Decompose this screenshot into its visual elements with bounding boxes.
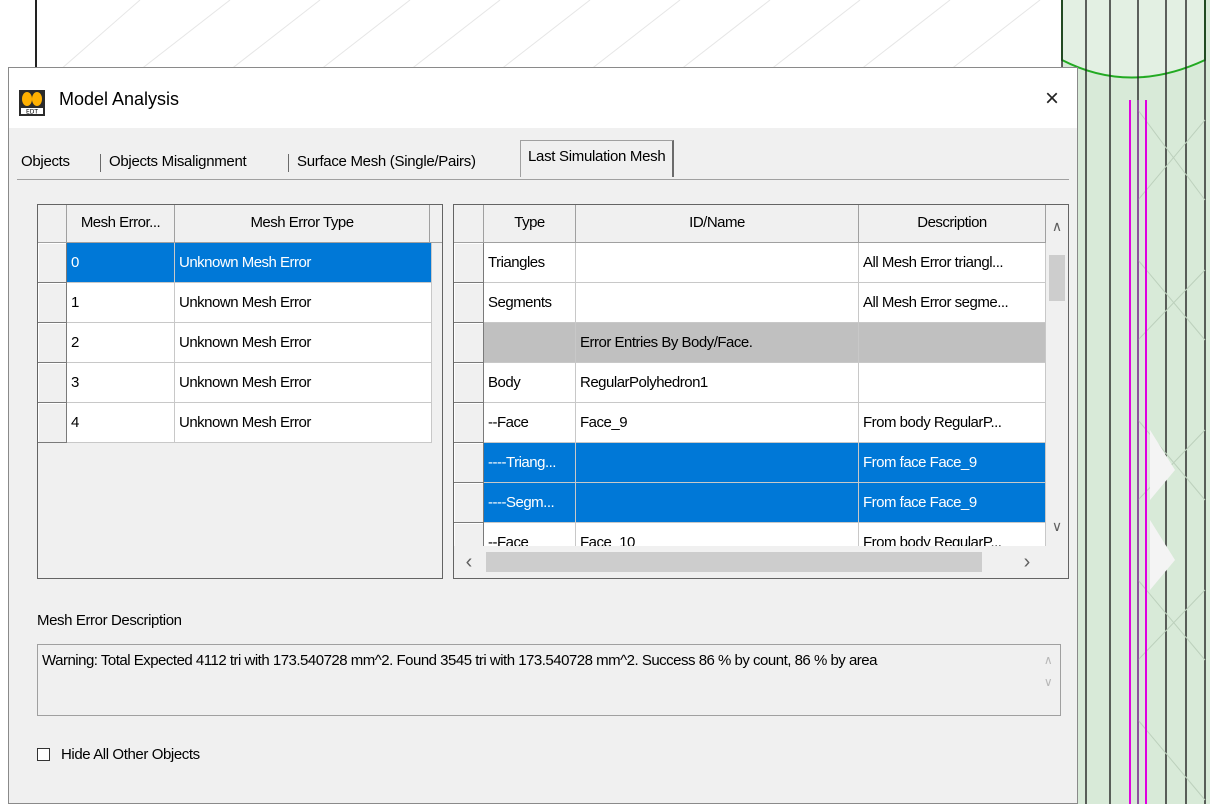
table-row-id[interactable]: 4 bbox=[67, 403, 175, 443]
svg-text:EDT: EDT bbox=[26, 109, 38, 116]
table-row-id[interactable]: 1 bbox=[67, 283, 175, 323]
column-header-id-name[interactable]: ID/Name bbox=[576, 205, 859, 243]
table-cell-type[interactable]: --Face bbox=[484, 523, 576, 546]
row-header[interactable] bbox=[38, 283, 67, 323]
row-header[interactable] bbox=[38, 363, 67, 403]
mesh-error-grid: Mesh Error... Mesh Error Type 0 Unknown … bbox=[37, 204, 443, 579]
table-row-type[interactable]: Unknown Mesh Error bbox=[175, 283, 432, 323]
tab-last-simulation-mesh[interactable]: Last Simulation Mesh bbox=[520, 140, 675, 177]
table-cell-description[interactable]: From body RegularP... bbox=[859, 403, 1046, 443]
table-cell-description[interactable]: From body RegularP... bbox=[859, 523, 1046, 546]
table-cell-type[interactable]: ----Segm... bbox=[484, 483, 576, 523]
table-cell-type[interactable]: Body bbox=[484, 363, 576, 403]
chevron-down-icon[interactable]: ∨ bbox=[1046, 515, 1068, 537]
table-row-type[interactable]: Unknown Mesh Error bbox=[175, 323, 432, 363]
row-header[interactable] bbox=[454, 323, 484, 363]
row-header[interactable] bbox=[454, 363, 484, 403]
table-cell-description[interactable]: All Mesh Error triangl... bbox=[859, 243, 1046, 283]
tab-objects[interactable]: Objects bbox=[17, 147, 74, 177]
table-cell-name[interactable] bbox=[576, 283, 859, 323]
table-cell-type[interactable]: Triangles bbox=[484, 243, 576, 283]
table-cell-name[interactable]: Face_9 bbox=[576, 403, 859, 443]
row-header[interactable] bbox=[38, 323, 67, 363]
table-cell-name[interactable]: Error Entries By Body/Face. bbox=[576, 323, 859, 363]
row-header[interactable] bbox=[454, 443, 484, 483]
vertical-scrollbar[interactable]: ∧ ∨ bbox=[1046, 205, 1068, 546]
table-row-id[interactable]: 0 bbox=[67, 243, 175, 283]
row-header[interactable] bbox=[454, 483, 484, 523]
table-cell-type[interactable]: --Face bbox=[484, 403, 576, 443]
table-cell-name[interactable]: Face_10 bbox=[576, 523, 859, 546]
row-header[interactable] bbox=[38, 243, 67, 283]
table-row-type[interactable]: Unknown Mesh Error bbox=[175, 403, 432, 443]
row-header[interactable] bbox=[454, 243, 484, 283]
scroll-thumb[interactable] bbox=[1049, 255, 1065, 301]
horizontal-scrollbar[interactable]: ‹ › bbox=[454, 546, 1046, 578]
chevron-up-icon[interactable]: ∧ bbox=[1038, 649, 1058, 669]
mesh-cylinder bbox=[1061, 0, 1210, 804]
checkbox-label[interactable]: Hide All Other Objects bbox=[61, 746, 200, 763]
hide-all-other-objects-checkbox[interactable] bbox=[37, 748, 50, 761]
table-row-type[interactable]: Unknown Mesh Error bbox=[175, 363, 432, 403]
row-header[interactable] bbox=[454, 523, 484, 546]
window-title: Model Analysis bbox=[59, 89, 180, 109]
table-cell-name[interactable] bbox=[576, 483, 859, 523]
table-cell-description[interactable]: All Mesh Error segme... bbox=[859, 283, 1046, 323]
table-cell-type[interactable]: ----Triang... bbox=[484, 443, 576, 483]
description-text: Warning: Total Expected 4112 tri with 17… bbox=[42, 652, 877, 669]
column-header-mesh-error-type[interactable]: Mesh Error Type bbox=[175, 205, 430, 243]
scroll-thumb[interactable] bbox=[486, 552, 982, 572]
chevron-up-icon[interactable]: ∧ bbox=[1046, 215, 1068, 237]
table-cell-description[interactable] bbox=[859, 363, 1046, 403]
model-analysis-dialog: EDT Model Analysis × Objects Objects Mis… bbox=[8, 67, 1078, 804]
row-header[interactable] bbox=[38, 403, 67, 443]
column-header-mesh-error[interactable]: Mesh Error... bbox=[67, 205, 175, 243]
title-bar[interactable]: EDT Model Analysis × bbox=[9, 68, 1077, 128]
chevron-left-icon[interactable]: ‹ bbox=[458, 551, 480, 573]
close-icon[interactable]: × bbox=[1037, 84, 1067, 114]
row-header[interactable] bbox=[454, 403, 484, 443]
table-row-id[interactable]: 3 bbox=[67, 363, 175, 403]
edt-app-icon: EDT bbox=[19, 90, 45, 116]
chevron-right-icon[interactable]: › bbox=[1016, 551, 1038, 573]
mesh-error-description-label: Mesh Error Description bbox=[37, 612, 182, 629]
table-cell-type[interactable]: Segments bbox=[484, 283, 576, 323]
table-cell-name[interactable] bbox=[576, 443, 859, 483]
table-cell-name[interactable]: RegularPolyhedron1 bbox=[576, 363, 859, 403]
table-cell-description[interactable] bbox=[859, 323, 1046, 363]
tab-objects-misalignment[interactable]: Objects Misalignment bbox=[105, 147, 250, 177]
table-cell-description[interactable]: From face Face_9 bbox=[859, 443, 1046, 483]
tab-surface-mesh[interactable]: Surface Mesh (Single/Pairs) bbox=[293, 147, 480, 177]
description-scrollbar[interactable]: ∧ ∨ bbox=[1038, 649, 1058, 709]
table-row-type[interactable]: Unknown Mesh Error bbox=[175, 243, 432, 283]
table-cell-description[interactable]: From face Face_9 bbox=[859, 483, 1046, 523]
column-header-description[interactable]: Description bbox=[859, 205, 1046, 243]
mesh-entries-grid: Type ID/Name Description Triangles All M… bbox=[453, 204, 1069, 579]
row-header[interactable] bbox=[454, 283, 484, 323]
column-header-type[interactable]: Type bbox=[484, 205, 576, 243]
mesh-error-description-text[interactable]: Warning: Total Expected 4112 tri with 17… bbox=[37, 644, 1061, 716]
chevron-down-icon[interactable]: ∨ bbox=[1038, 671, 1058, 691]
table-row-id[interactable]: 2 bbox=[67, 323, 175, 363]
table-cell-type[interactable] bbox=[484, 323, 576, 363]
table-cell-name[interactable] bbox=[576, 243, 859, 283]
